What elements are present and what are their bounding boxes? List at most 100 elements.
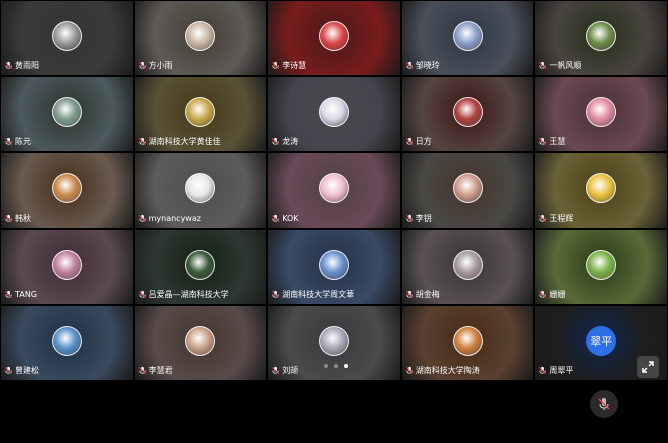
participant-avatar — [452, 173, 483, 204]
participant-name: 周翠平 — [549, 365, 574, 375]
participant-tile[interactable]: 日方 — [401, 77, 534, 152]
expand-icon — [642, 361, 654, 373]
participant-name: 龙涛 — [282, 137, 299, 147]
participant-tile[interactable]: 黄雨阳 — [1, 1, 133, 76]
participant-name-tag: 曾建松 — [4, 364, 39, 377]
participant-avatar — [452, 97, 483, 128]
mic-muted-icon — [4, 62, 13, 70]
participant-name-tag: 邹晓玲 — [405, 59, 440, 72]
participant-name-tag: 李诗慧 — [271, 59, 306, 72]
page-dot[interactable] — [334, 364, 338, 368]
participant-name: 王慧 — [549, 137, 566, 147]
participant-name: mynancywaz — [148, 213, 201, 223]
participant-tile[interactable]: 龙涛 — [268, 77, 400, 152]
participant-tile[interactable]: 姗姗 — [535, 229, 667, 304]
mic-muted-icon — [272, 62, 280, 70]
participant-name: 韩秋 — [15, 213, 31, 223]
participant-name-tag: 陈元 — [4, 135, 31, 148]
participant-avatar — [318, 97, 349, 128]
participant-name: 湖南科技大学周文華 — [282, 289, 355, 299]
participant-tile[interactable]: TANG — [1, 229, 133, 304]
participant-avatar — [185, 21, 216, 52]
mic-muted-icon — [272, 138, 280, 146]
participant-avatar — [318, 249, 349, 280]
participant-avatar — [318, 173, 349, 204]
participant-tile[interactable]: KOK — [268, 153, 400, 228]
participant-tile[interactable]: 刘颉 — [268, 305, 400, 380]
participant-name-tag: 日方 — [405, 135, 432, 148]
participant-name-tag: 姗姗 — [538, 288, 565, 301]
page-indicator[interactable] — [324, 364, 348, 368]
participant-tile[interactable]: 李钥 — [401, 153, 534, 228]
participant-avatar — [318, 21, 349, 52]
participant-tile[interactable]: mynancywaz — [134, 153, 267, 228]
participant-name: 湖南科技大学黄佳佳 — [148, 137, 221, 147]
participant-tile[interactable]: 吕爱晶—湖南科技大学 — [134, 229, 267, 304]
participant-name: 湖南科技大学陶涛 — [415, 365, 480, 375]
mic-muted-icon — [138, 62, 146, 70]
participant-avatar — [51, 21, 82, 52]
participant-avatar — [51, 173, 82, 204]
participant-name: KOK — [282, 213, 299, 223]
mic-muted-icon — [405, 366, 413, 374]
participant-tile[interactable]: 韩秋 — [1, 153, 133, 228]
mic-muted-icon — [138, 366, 146, 374]
participant-tile[interactable]: 方小雨 — [134, 1, 267, 76]
participant-name: 方小雨 — [148, 61, 173, 71]
participant-tile[interactable]: 一帆风顺 — [535, 1, 667, 76]
participant-name-tag: 韩秋 — [4, 212, 31, 225]
participant-tile[interactable]: 湖南科技大学陶涛 — [401, 305, 534, 380]
participant-name-tag: 一帆风顺 — [538, 59, 581, 72]
mic-muted-icon — [272, 366, 280, 374]
participant-name: 日方 — [415, 137, 432, 147]
participant-avatar — [586, 173, 617, 204]
participant-name-tag: 湖南科技大学黄佳佳 — [138, 135, 221, 148]
participant-name-tag: mynancywaz — [138, 212, 201, 225]
mic-off-icon — [598, 398, 610, 410]
page-dot[interactable] — [324, 364, 328, 368]
participant-name-tag: 李慧君 — [138, 364, 173, 377]
participant-avatar — [586, 97, 617, 128]
participant-tile[interactable]: 李诗慧 — [268, 1, 400, 76]
mic-muted-icon — [272, 290, 280, 298]
participant-tile[interactable]: 邹晓玲 — [401, 1, 534, 76]
participant-name-tag: 周翠平 — [538, 364, 573, 377]
participant-name-tag: 李钥 — [405, 212, 432, 225]
participant-tile[interactable]: 陈元 — [1, 77, 133, 152]
participant-name: 邹晓玲 — [415, 61, 440, 71]
expand-button[interactable] — [637, 356, 659, 378]
page-dot[interactable] — [344, 364, 348, 368]
participant-name-tag: 王程辉 — [538, 212, 573, 225]
mic-muted-icon — [4, 214, 13, 222]
participant-tile[interactable]: 王程辉 — [535, 153, 667, 228]
participant-grid: 黄雨阳 方小雨 李诗慧 邹晓玲 一帆风顺陈元 湖南科技大学黄佳佳 龙涛 日方 王慧韩秋 mynan… — [0, 0, 668, 381]
participant-tile[interactable]: 湖南科技大学黄佳佳 — [134, 77, 267, 152]
mic-muted-icon — [4, 138, 13, 146]
participant-avatar — [452, 249, 483, 280]
mic-muted-icon — [539, 214, 547, 222]
mic-muted-icon — [539, 366, 547, 374]
participant-tile[interactable]: 王慧 — [535, 77, 667, 152]
participant-tile[interactable]: 湖南科技大学周文華 — [268, 229, 400, 304]
mic-muted-icon — [539, 62, 547, 70]
participant-avatar — [452, 325, 483, 356]
mute-toggle-button[interactable] — [590, 390, 618, 418]
participant-name-tag: 龙涛 — [271, 135, 298, 148]
mic-muted-icon — [4, 290, 13, 298]
mic-muted-icon — [138, 138, 146, 146]
participant-tile[interactable]: 胡金梅 — [401, 229, 534, 304]
participant-avatar — [185, 173, 216, 204]
participant-avatar — [586, 249, 617, 280]
participant-name-tag: 吕爱晶—湖南科技大学 — [138, 288, 229, 301]
participant-tile[interactable]: 李慧君 — [134, 305, 267, 380]
participant-avatar: 翠平 — [586, 325, 617, 356]
participant-avatar — [185, 97, 216, 128]
participant-name-tag: 黄雨阳 — [4, 59, 39, 72]
participant-name: 李慧君 — [148, 365, 173, 375]
participant-avatar — [185, 249, 216, 280]
participant-tile[interactable]: 曾建松 — [1, 305, 133, 380]
mic-muted-icon — [405, 290, 413, 298]
participant-name: 陈元 — [15, 137, 31, 147]
participant-name: 王程辉 — [549, 213, 574, 223]
participant-avatar — [51, 249, 82, 280]
